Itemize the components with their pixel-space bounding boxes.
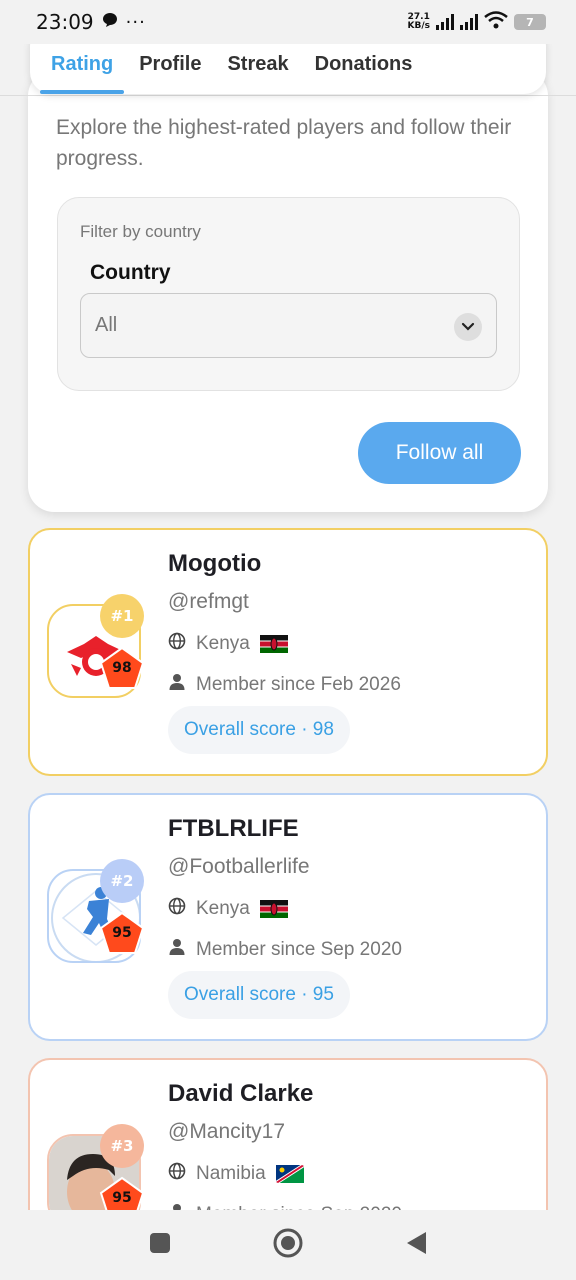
tab-rating[interactable]: Rating — [38, 53, 126, 94]
kenya-flag-icon — [259, 635, 288, 653]
back-nav-icon[interactable] — [404, 1230, 428, 1260]
member-since: Member since Feb 2026 — [196, 674, 401, 695]
player-handle: @refmgt — [168, 590, 249, 613]
player-country: Kenya — [196, 898, 250, 919]
score-value: 98 — [112, 660, 132, 676]
system-nav-bar — [0, 1210, 576, 1280]
rank-badge: #2 — [100, 859, 144, 903]
player-handle: @Footballerlife — [168, 855, 310, 878]
follow-all-button[interactable]: Follow all — [358, 422, 521, 484]
chevron-down-icon — [454, 313, 482, 341]
player-member-row: Member since Sep 2020 — [168, 938, 402, 962]
net-speed: 27.1 KB/s — [408, 13, 430, 31]
tab-profile[interactable]: Profile — [126, 53, 214, 94]
status-time: 23:09 — [36, 10, 94, 34]
home-nav-icon[interactable] — [272, 1227, 304, 1263]
net-speed-unit: KB/s — [407, 21, 430, 31]
player-card[interactable]: #1 98 Mogotio @refmgt Kenya Member since… — [28, 528, 548, 776]
tab-divider — [0, 95, 576, 96]
square-nav-icon[interactable] — [148, 1231, 172, 1259]
globe-icon — [168, 632, 186, 656]
player-country: Namibia — [196, 1163, 266, 1184]
player-name: Mogotio — [168, 550, 262, 577]
overall-score-pill[interactable]: Overall score · 98 — [168, 706, 350, 754]
signal-icon — [436, 14, 454, 30]
rank-badge: #3 — [100, 1124, 144, 1168]
status-dots: ··· — [125, 11, 146, 33]
kenya-flag-icon — [259, 900, 288, 918]
score-value: 95 — [112, 1190, 132, 1206]
tab-donations[interactable]: Donations — [302, 53, 426, 94]
country-filter-panel: Filter by country Country All — [57, 197, 520, 391]
member-since: Member since Sep 2020 — [196, 939, 402, 960]
tab-streak[interactable]: Streak — [214, 53, 301, 94]
namibia-flag-icon — [273, 1164, 306, 1184]
intro-text: Explore the highest-rated players and fo… — [56, 116, 512, 170]
rating-intro-card: Explore the highest-rated players and fo… — [28, 70, 548, 512]
person-icon — [168, 938, 186, 962]
signal-icon — [460, 14, 478, 30]
score-value: 95 — [112, 925, 132, 941]
player-card[interactable]: #2 95 FTBLRLIFE @Footballerlife Kenya Me… — [28, 793, 548, 1041]
player-country-row: Namibia — [168, 1162, 306, 1186]
overall-score-pill[interactable]: Overall score · 95 — [168, 971, 350, 1019]
person-icon — [168, 673, 186, 697]
player-country-row: Kenya — [168, 897, 288, 921]
player-handle: @Mancity17 — [168, 1120, 286, 1143]
filter-title: Filter by country — [80, 222, 201, 241]
status-bar: 23:09 ··· 27.1 KB/s 7 — [0, 0, 576, 44]
country-field-label: Country — [90, 261, 171, 284]
score-badge: 98 — [99, 646, 145, 692]
player-name: FTBLRLIFE — [168, 815, 299, 842]
rank-badge: #1 — [100, 594, 144, 638]
country-select-value: All — [95, 314, 118, 336]
player-member-row: Member since Feb 2026 — [168, 673, 401, 697]
player-name: David Clarke — [168, 1080, 314, 1107]
battery-icon: 7 — [514, 14, 546, 30]
score-badge: 95 — [99, 911, 145, 957]
globe-icon — [168, 897, 186, 921]
globe-icon — [168, 1162, 186, 1186]
player-country: Kenya — [196, 633, 250, 654]
player-country-row: Kenya — [168, 632, 288, 656]
message-icon — [102, 12, 118, 32]
country-select[interactable]: All — [80, 293, 497, 358]
wifi-icon — [484, 11, 508, 33]
